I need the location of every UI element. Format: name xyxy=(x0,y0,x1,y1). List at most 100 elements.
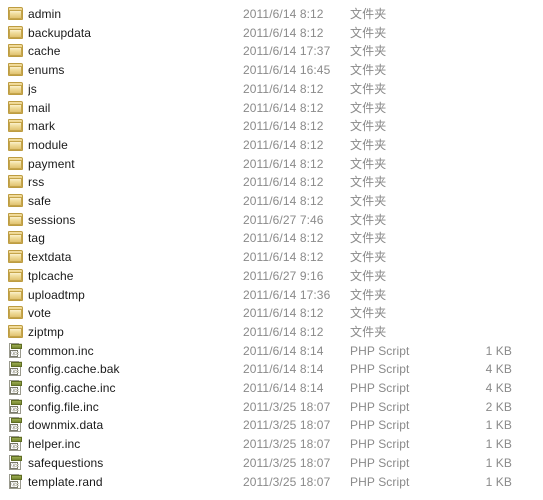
file-green-bar xyxy=(11,418,22,424)
folder-icon-glyph xyxy=(8,268,24,284)
folder-icon-shape xyxy=(8,212,23,226)
file-list-row[interactable]: cache 2011/6/14 17:37 文件夹 xyxy=(0,42,543,60)
folder-icon-shape xyxy=(8,7,23,20)
file-name: config.cache.inc xyxy=(28,381,116,395)
folder-icon-shape xyxy=(8,63,23,77)
file-size xyxy=(412,323,512,341)
file-list-row[interactable]: js 2011/6/14 8:12 文件夹 xyxy=(0,80,543,98)
date-modified: 2011/6/14 8:12 xyxy=(243,137,324,152)
folder-icon-shape xyxy=(8,156,23,170)
file-list-row[interactable]: ⓟconfig.cache.bak2011/6/14 8:14PHP Scrip… xyxy=(0,360,543,378)
file-list-row[interactable]: tplcache 2011/6/27 9:16 文件夹 xyxy=(0,267,543,285)
file-list-row[interactable]: ziptmp 2011/6/14 8:12 文件夹 xyxy=(0,323,543,341)
file-green-bar xyxy=(11,381,22,386)
file-list-row[interactable]: vote 2011/6/14 8:12 文件夹 xyxy=(0,304,543,322)
file-list-row[interactable]: payment 2011/6/14 8:12 文件夹 xyxy=(0,155,543,173)
folder-front xyxy=(9,253,22,263)
date-modified: 2011/6/14 8:12 xyxy=(243,324,324,339)
file-text-line xyxy=(13,484,19,486)
file-list-row[interactable]: ⓟdownmix.data2011/3/25 18:07PHP Script1 … xyxy=(0,416,543,434)
file-list-row[interactable]: textdata 2011/6/14 8:12 文件夹 xyxy=(0,248,543,266)
file-text-line xyxy=(13,465,19,467)
file-list-row[interactable]: ⓟhelper.inc2011/3/25 18:07PHP Script1 KB xyxy=(0,435,543,453)
file-name: admin xyxy=(28,7,62,21)
file-name: js xyxy=(28,81,37,96)
file-list[interactable]: admin 2011/6/14 8:12 文件夹 backupdata 2011/6/1… xyxy=(0,0,543,500)
file-green-bar xyxy=(11,437,22,443)
file-list-row[interactable]: mail 2011/6/14 8:12 文件夹 xyxy=(0,99,543,117)
file-list-row[interactable]: mark 2011/6/14 8:12 文件夹 xyxy=(0,117,543,135)
file-list-row[interactable]: uploadtmp 2011/6/14 17:36 文件夹 xyxy=(0,286,543,304)
file-icon-shape: ⓟ xyxy=(9,454,22,470)
folder-front xyxy=(9,28,22,38)
file-green-bar xyxy=(11,455,22,461)
file-green-bar xyxy=(11,343,22,349)
file-list-row[interactable]: enums 2011/6/14 16:45 文件夹 xyxy=(0,61,543,79)
php-script-file-icon: ⓟ xyxy=(8,379,26,397)
folder-icon xyxy=(8,24,26,42)
file-list-row[interactable]: ⓟtemplate.rand2011/3/25 18:07PHP Script1… xyxy=(0,473,543,491)
folder-front xyxy=(9,66,22,76)
date-modified: 2011/6/14 8:12 xyxy=(243,175,324,190)
folder-icon xyxy=(8,211,26,229)
file-list-row[interactable]: module 2011/6/14 8:12 文件夹 xyxy=(0,136,543,154)
folder-icon-shape xyxy=(8,268,23,282)
file-icon-shape: ⓟ xyxy=(9,473,22,489)
folder-front xyxy=(9,10,22,19)
folder-icon xyxy=(8,117,26,135)
php-script-file-icon: ⓟ xyxy=(8,398,26,416)
folder-front xyxy=(9,215,22,225)
php-script-file-icon: ⓟ xyxy=(8,435,26,453)
file-name: downmix.data xyxy=(28,418,104,433)
file-list-row[interactable]: backupdata 2011/6/14 8:12 文件夹 xyxy=(0,24,543,42)
folder-icon xyxy=(8,99,26,117)
folder-icon-glyph xyxy=(8,156,24,172)
folder-icon-glyph xyxy=(8,287,24,303)
folder-icon xyxy=(8,136,26,154)
folder-icon-glyph xyxy=(8,249,24,265)
file-size xyxy=(412,211,512,229)
folder-icon-shape xyxy=(8,44,23,58)
file-name: backupdata xyxy=(28,25,92,40)
date-modified: 2011/6/14 8:12 xyxy=(243,194,324,208)
file-list-row[interactable]: ⓟconfig.cache.inc2011/6/14 8:14PHP Scrip… xyxy=(0,379,543,397)
folder-front xyxy=(9,290,22,300)
file-name: common.inc xyxy=(28,343,94,358)
file-name: textdata xyxy=(28,250,72,265)
php-script-file-icon: ⓟ xyxy=(8,454,26,472)
file-list-row[interactable]: ⓟcommon.inc2011/6/14 8:14PHP Script1 KB xyxy=(0,342,543,360)
file-name: module xyxy=(28,137,68,152)
folder-icon-shape xyxy=(8,137,23,151)
file-size xyxy=(412,229,512,247)
folder-icon xyxy=(8,323,26,341)
php-script-file-icon-glyph: ⓟ xyxy=(8,417,24,433)
folder-front xyxy=(9,197,22,206)
file-list-row[interactable]: tag 2011/6/14 8:12 文件夹 xyxy=(0,229,543,247)
date-modified: 2011/6/14 8:14 xyxy=(243,362,324,377)
php-script-file-icon-glyph: ⓟ xyxy=(8,361,24,377)
file-list-row[interactable]: safe 2011/6/14 8:12 文件夹 xyxy=(0,192,543,210)
folder-front xyxy=(9,234,22,244)
file-list-row[interactable]: ⓟsafequestions2011/3/25 18:07PHP Script1… xyxy=(0,454,543,472)
file-list-row[interactable]: ⓟconfig.file.inc2011/3/25 18:07PHP Scrip… xyxy=(0,398,543,416)
php-script-file-icon-glyph: ⓟ xyxy=(8,342,24,359)
date-modified: 2011/3/25 18:07 xyxy=(243,399,331,414)
folder-icon xyxy=(8,5,26,23)
folder-icon-glyph xyxy=(8,305,24,321)
file-name: payment xyxy=(28,156,75,171)
file-size xyxy=(412,24,512,42)
file-text-line xyxy=(13,426,19,428)
file-list-row[interactable]: rss 2011/6/14 8:12 文件夹 xyxy=(0,173,543,191)
folder-front xyxy=(9,122,22,132)
file-size xyxy=(412,136,512,154)
file-list-row[interactable]: sessions 2011/6/27 7:46 文件夹 xyxy=(0,211,543,229)
php-script-file-icon-glyph: ⓟ xyxy=(8,436,24,452)
file-list-row[interactable]: admin 2011/6/14 8:12 文件夹 xyxy=(0,5,543,23)
folder-front xyxy=(9,327,22,337)
folder-icon xyxy=(8,173,26,191)
file-size xyxy=(412,248,512,266)
date-modified: 2011/3/25 18:07 xyxy=(243,474,331,489)
file-size xyxy=(412,173,512,191)
file-name: vote xyxy=(28,306,52,321)
date-modified: 2011/6/14 8:14 xyxy=(243,343,324,358)
